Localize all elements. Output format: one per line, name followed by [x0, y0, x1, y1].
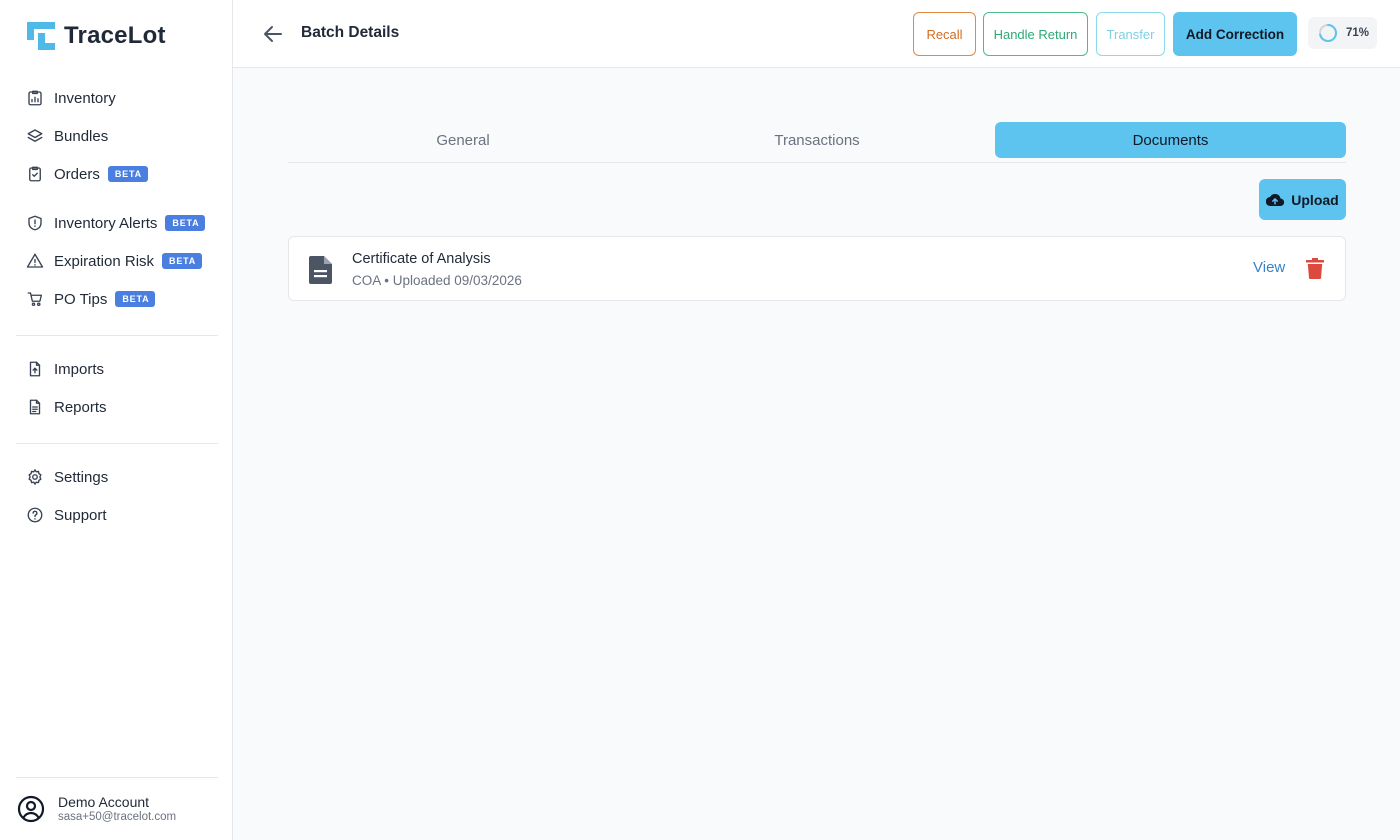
document-name: Certificate of Analysis	[352, 251, 491, 267]
view-document-link[interactable]: View	[1253, 259, 1285, 276]
sidebar-item-label: Inventory Alerts	[54, 214, 158, 232]
sidebar-item-orders[interactable]: Orders BETA	[16, 155, 218, 193]
document-file-icon	[309, 256, 332, 284]
clipboard-check-icon	[29, 166, 41, 182]
trash-icon[interactable]	[1306, 258, 1324, 279]
app-name: TraceLot	[64, 22, 166, 49]
sidebar-item-label: Inventory	[54, 89, 116, 107]
beta-badge: BETA	[162, 253, 203, 269]
sidebar-item-imports[interactable]: Imports	[16, 350, 218, 388]
sidebar-item-bundles[interactable]: Bundles	[16, 117, 218, 155]
help-circle-icon	[27, 507, 43, 523]
sidebar-divider	[16, 443, 218, 444]
progress-indicator: 71%	[1308, 17, 1377, 49]
account-section[interactable]: Demo Account sasa+50@tracelot.com	[16, 777, 218, 840]
sidebar-nav-insights: Inventory Alerts BETA Expiration Risk BE…	[16, 204, 218, 318]
page-title: Batch Details	[301, 24, 400, 41]
logo[interactable]: TraceLot	[27, 22, 166, 50]
warning-triangle-icon	[26, 253, 44, 268]
account-name: Demo Account	[58, 794, 150, 810]
progress-label: 71%	[1346, 27, 1370, 39]
tab-general[interactable]: General	[288, 122, 638, 158]
sidebar-nav-system: Settings Support	[16, 458, 218, 534]
beta-badge: BETA	[115, 291, 156, 307]
upload-label: Upload	[1291, 191, 1339, 208]
beta-badge: BETA	[107, 166, 148, 182]
beta-badge: BETA	[165, 215, 206, 231]
sidebar-nav-main: Inventory Bundles Orders BETA	[16, 79, 218, 193]
sidebar-item-inventory-alerts[interactable]: Inventory Alerts BETA	[16, 204, 218, 242]
sidebar-item-settings[interactable]: Settings	[16, 458, 218, 496]
sidebar: TraceLot Inventory Bundles Orders BETA I…	[0, 0, 233, 840]
shield-alert-icon	[28, 215, 42, 231]
file-import-icon	[29, 361, 41, 377]
document-meta: COA • Uploaded 09/03/2026	[352, 273, 522, 288]
top-header: Batch Details Recall Handle Return Trans…	[233, 0, 1400, 68]
sidebar-item-label: Support	[54, 506, 107, 524]
sidebar-item-label: Reports	[54, 398, 107, 416]
sidebar-item-label: Expiration Risk	[54, 252, 155, 270]
sidebar-item-label: Bundles	[54, 127, 109, 145]
sidebar-nav-data: Imports Reports	[16, 350, 218, 426]
tab-transactions[interactable]: Transactions	[642, 122, 992, 158]
shopping-cart-icon	[27, 292, 43, 307]
back-arrow-icon[interactable]	[261, 22, 285, 46]
progress-ring-icon	[1319, 24, 1337, 42]
sidebar-item-label: Orders	[54, 165, 100, 183]
upload-button[interactable]: Upload	[1259, 179, 1346, 220]
sidebar-item-label: Settings	[54, 468, 109, 486]
sidebar-item-label: PO Tips	[54, 290, 108, 308]
sidebar-item-label: Imports	[54, 360, 105, 378]
add-correction-button[interactable]: Add Correction	[1173, 12, 1297, 56]
sidebar-item-po-tips[interactable]: PO Tips BETA	[16, 280, 218, 318]
file-report-icon	[29, 399, 41, 415]
layers-icon	[27, 129, 43, 142]
handle-return-button[interactable]: Handle Return	[983, 12, 1088, 56]
tab-bar: General Transactions Documents	[288, 122, 1346, 163]
account-email: sasa+50@tracelot.com	[58, 811, 177, 823]
transfer-button[interactable]: Transfer	[1096, 12, 1165, 56]
inventory-chart-icon	[28, 90, 42, 106]
user-avatar-icon	[17, 795, 45, 823]
sidebar-item-expiration-risk[interactable]: Expiration Risk BETA	[16, 242, 218, 280]
gear-icon	[28, 469, 42, 485]
sidebar-item-reports[interactable]: Reports	[16, 388, 218, 426]
sidebar-divider	[16, 335, 218, 336]
cloud-upload-icon	[1266, 193, 1285, 206]
sidebar-item-inventory[interactable]: Inventory	[16, 79, 218, 117]
tab-documents[interactable]: Documents	[995, 122, 1346, 158]
document-item: Certificate of Analysis COA • Uploaded 0…	[288, 236, 1346, 301]
recall-button[interactable]: Recall	[913, 12, 976, 56]
tracelot-logo-icon	[27, 22, 55, 50]
sidebar-item-support[interactable]: Support	[16, 496, 218, 534]
